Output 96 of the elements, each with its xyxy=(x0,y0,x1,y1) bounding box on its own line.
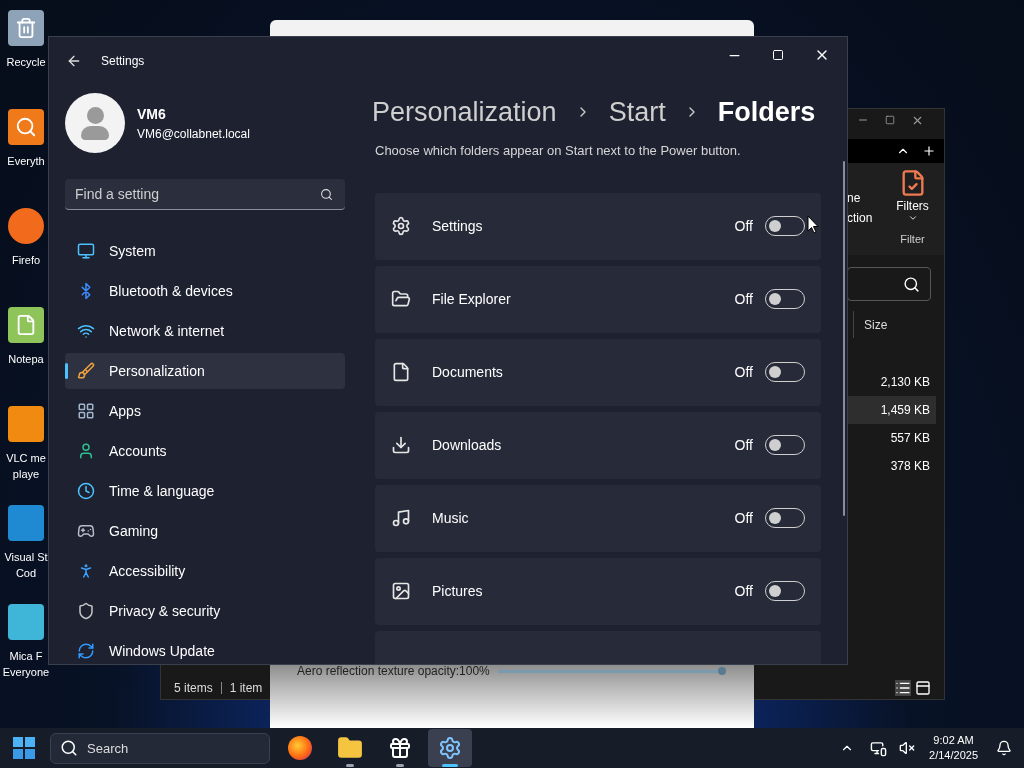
ribbon-group-label: Filter xyxy=(900,232,925,247)
apps-grid-icon xyxy=(77,402,95,420)
notification-bell-icon[interactable] xyxy=(996,740,1012,756)
desktop-icon-label[interactable]: playe xyxy=(12,466,40,482)
filters-button[interactable]: Filters xyxy=(896,199,929,213)
nav-item[interactable]: Bluetooth & devices xyxy=(65,273,345,309)
status-selection-count: 1 item xyxy=(229,680,263,697)
nav-item[interactable]: Network & internet xyxy=(65,313,345,349)
breadcrumb-item[interactable]: Personalization xyxy=(372,91,557,133)
recycle-bin-icon xyxy=(8,10,44,46)
music-note-icon xyxy=(391,508,411,528)
desktop-icon-label[interactable]: Mica F xyxy=(9,648,43,664)
status-item-count: 5 items xyxy=(174,680,213,697)
monitor-icon xyxy=(77,242,95,260)
nav-item[interactable]: Windows Update xyxy=(65,633,345,664)
slider-thumb[interactable] xyxy=(718,667,726,675)
settings-search-field[interactable]: Find a setting xyxy=(65,179,345,210)
ribbon-label[interactable]: ne xyxy=(847,191,881,205)
desktop-icon-label[interactable]: VLC me xyxy=(6,450,46,466)
gamepad-icon xyxy=(77,522,95,540)
search-icon xyxy=(320,188,333,201)
setting-label: File Explorer xyxy=(432,289,511,309)
breadcrumb-item: Folders xyxy=(717,95,816,129)
taskbar-search-field[interactable]: Search xyxy=(50,732,270,764)
windows-logo-icon xyxy=(13,737,35,759)
nav-item[interactable]: Apps xyxy=(65,393,345,429)
setting-label: Settings xyxy=(432,216,483,236)
clock-icon xyxy=(77,482,95,500)
gift-box-icon xyxy=(388,736,412,760)
folder-icon xyxy=(337,735,363,761)
wifi-icon xyxy=(77,322,95,340)
size-cell[interactable]: 557 KB xyxy=(847,424,936,452)
preview-view-icon[interactable] xyxy=(915,680,931,696)
setting-label: Documents xyxy=(432,362,503,382)
search-icon xyxy=(903,275,920,293)
start-button[interactable] xyxy=(10,734,38,762)
avatar xyxy=(65,93,125,153)
gear-icon xyxy=(391,216,411,236)
app-icon xyxy=(8,604,44,640)
slider-label: Aero reflection texture opacity:100% xyxy=(297,663,490,680)
nav-item[interactable]: Accounts xyxy=(65,433,345,469)
desktop-icon-label[interactable]: Firefo xyxy=(11,252,41,268)
size-cell[interactable]: 378 KB xyxy=(847,452,936,480)
toggle-state-label: Off xyxy=(734,508,753,528)
folder-icon xyxy=(391,289,411,309)
nav-item[interactable]: Accessibility xyxy=(65,553,345,589)
caret-icon xyxy=(907,213,918,223)
toggle-state-label: Off xyxy=(734,216,753,236)
page-description: Choose which folders appear on Start next to the Power button. xyxy=(375,142,742,160)
nav-item[interactable]: Personalization xyxy=(65,353,345,389)
document-icon xyxy=(391,362,411,382)
scrollbar[interactable] xyxy=(843,161,845,516)
volume-muted-icon[interactable] xyxy=(899,740,916,756)
toggle-state-label: Off xyxy=(734,289,753,309)
browser-icon xyxy=(288,736,312,760)
window-title: Settings xyxy=(101,53,145,70)
desktop-icon-label[interactable]: Recycle xyxy=(6,54,46,70)
size-cell[interactable]: 2,130 KB xyxy=(847,368,936,396)
person-icon xyxy=(77,442,95,460)
toggle-state-label: Off xyxy=(734,581,753,601)
clock-time[interactable]: 9:02 AM xyxy=(933,733,974,748)
magnifier-icon xyxy=(8,109,44,145)
toggle-state-label: Off xyxy=(734,435,753,455)
network-icon[interactable] xyxy=(870,739,888,757)
breadcrumb-item[interactable]: Start xyxy=(608,91,666,133)
shield-icon xyxy=(77,602,95,620)
ribbon-label[interactable]: ction xyxy=(847,211,881,225)
nav-item[interactable]: Gaming xyxy=(65,513,345,549)
desktop-icon-label[interactable]: Everyth xyxy=(7,153,45,169)
picture-icon xyxy=(391,581,411,601)
size-cell[interactable]: 1,459 KB xyxy=(847,396,936,424)
nav-item[interactable]: Time & language xyxy=(65,473,345,509)
browser-icon xyxy=(8,208,44,244)
download-icon xyxy=(391,435,411,455)
setting-label: Pictures xyxy=(432,581,483,601)
notepad-icon xyxy=(8,307,44,343)
mouse-pointer-icon xyxy=(807,215,819,234)
toggle-state-label: Off xyxy=(734,362,753,382)
search-icon xyxy=(60,738,78,757)
user-email: VM6@collabnet.local xyxy=(137,125,250,143)
desktop-icon-label[interactable]: Cod xyxy=(15,565,37,581)
setting-label: Music xyxy=(432,508,469,528)
desktop-icon-label[interactable]: Notepa xyxy=(8,351,44,367)
refresh-icon xyxy=(77,642,95,660)
details-view-icon[interactable] xyxy=(895,680,911,696)
nav-item[interactable]: System xyxy=(65,233,345,269)
setting-label: Downloads xyxy=(432,435,502,455)
gear-icon xyxy=(438,736,462,760)
brush-icon xyxy=(77,362,95,380)
column-header[interactable]: Size xyxy=(864,315,888,334)
clock-date[interactable]: 2/14/2025 xyxy=(929,748,978,763)
desktop-icon-label[interactable]: Everyone xyxy=(2,664,50,680)
desktop-icon-label[interactable]: Visual St xyxy=(4,549,48,565)
nav-item[interactable]: Privacy & security xyxy=(65,593,345,629)
plus-icon[interactable] xyxy=(922,144,936,158)
user-name: VM6 xyxy=(137,104,167,124)
